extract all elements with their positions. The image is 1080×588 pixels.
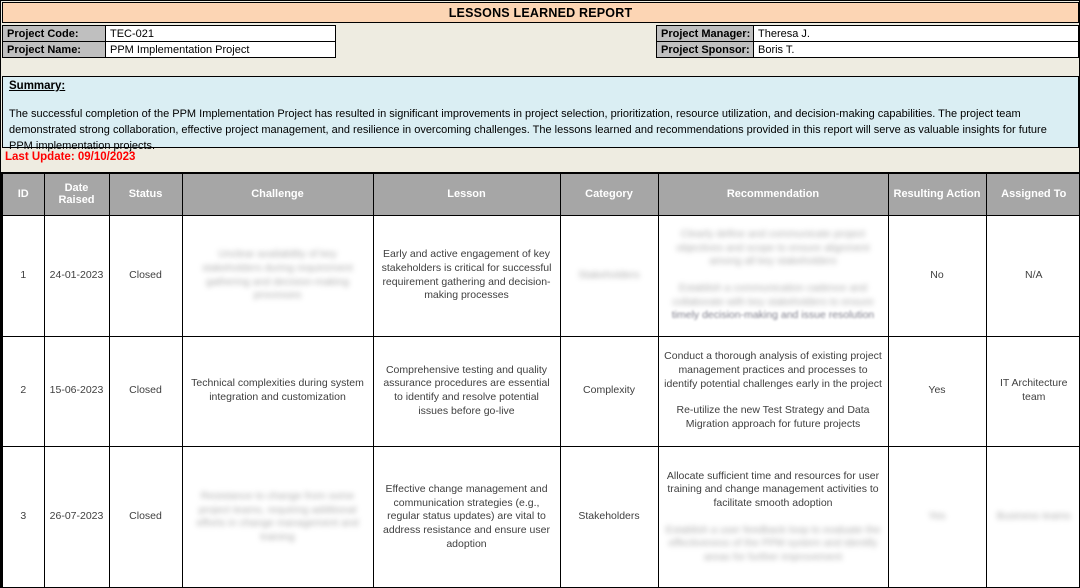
- redacted-text: Establish a user feedback loop to evalua…: [664, 524, 883, 565]
- project-sponsor-label: Project Sponsor:: [656, 41, 754, 58]
- cell-recommendation[interactable]: Conduct a thorough analysis of existing …: [658, 336, 888, 446]
- header-lesson: Lesson: [373, 173, 560, 215]
- cell-challenge[interactable]: Resistance to change from some project t…: [182, 446, 373, 588]
- table-row: 3 26-07-2023 Closed Resistance to change…: [2, 446, 1080, 588]
- cell-assigned-to[interactable]: N/A: [986, 215, 1080, 336]
- cell-date-raised[interactable]: 15-06-2023: [44, 336, 109, 446]
- project-name-value[interactable]: PPM Implementation Project: [105, 41, 336, 58]
- project-manager-label: Project Manager:: [656, 25, 754, 42]
- project-sponsor-value[interactable]: Boris T.: [753, 41, 1079, 58]
- cell-date-raised[interactable]: 24-01-2023: [44, 215, 109, 336]
- summary-heading: Summary:: [9, 80, 1072, 92]
- cell-resulting-action[interactable]: Yes: [888, 446, 986, 588]
- cell-challenge[interactable]: Technical complexities during system int…: [182, 336, 373, 446]
- cell-id[interactable]: 3: [2, 446, 44, 588]
- recommendation-paragraph: Allocate sufficient time and resources f…: [664, 470, 883, 511]
- cell-status[interactable]: Closed: [109, 336, 182, 446]
- redacted-text: Business teams: [997, 510, 1071, 522]
- header-id: ID: [2, 173, 44, 215]
- redacted-text: timely decision-making and issue resolut…: [672, 309, 875, 321]
- header-date-raised: Date Raised: [44, 173, 109, 215]
- cell-lesson[interactable]: Early and active engagement of key stake…: [373, 215, 560, 336]
- report-title: LESSONS LEARNED REPORT: [2, 2, 1079, 23]
- cell-recommendation[interactable]: Clearly define and communicate project o…: [658, 215, 888, 336]
- redacted-text: Resistance to change from some project t…: [196, 490, 358, 543]
- header-status: Status: [109, 173, 182, 215]
- header-challenge: Challenge: [182, 173, 373, 215]
- cell-id[interactable]: 1: [2, 215, 44, 336]
- cell-id[interactable]: 2: [2, 336, 44, 446]
- redacted-text: Unclear availability of key stakeholders…: [202, 248, 353, 301]
- project-code-value[interactable]: TEC-021: [105, 25, 336, 42]
- table-row: 2 15-06-2023 Closed Technical complexiti…: [2, 336, 1080, 446]
- cell-date-raised[interactable]: 26-07-2023: [44, 446, 109, 588]
- recommendation-paragraph: Conduct a thorough analysis of existing …: [664, 350, 883, 391]
- cell-challenge[interactable]: Unclear availability of key stakeholders…: [182, 215, 373, 336]
- header-resulting-action: Resulting Action: [888, 173, 986, 215]
- cell-resulting-action[interactable]: No: [888, 215, 986, 336]
- redacted-text: Establish a communication cadence and co…: [672, 282, 873, 308]
- cell-status[interactable]: Closed: [109, 215, 182, 336]
- cell-resulting-action[interactable]: Yes: [888, 336, 986, 446]
- header-category: Category: [560, 173, 658, 215]
- project-name-label: Project Name:: [2, 41, 106, 58]
- cell-category[interactable]: Stakeholders: [560, 446, 658, 588]
- redacted-text: Stakeholders: [578, 269, 639, 281]
- table-row: 1 24-01-2023 Closed Unclear availability…: [2, 215, 1080, 336]
- header-recommendation: Recommendation: [658, 173, 888, 215]
- redacted-text: Yes: [928, 510, 945, 522]
- cell-category[interactable]: Stakeholders: [560, 215, 658, 336]
- table-header-row: ID Date Raised Status Challenge Lesson C…: [2, 173, 1080, 215]
- project-code-label: Project Code:: [2, 25, 106, 42]
- cell-assigned-to[interactable]: IT Architecture team: [986, 336, 1080, 446]
- redacted-text: Clearly define and communicate project o…: [664, 228, 883, 269]
- cell-lesson[interactable]: Effective change management and communic…: [373, 446, 560, 588]
- cell-assigned-to[interactable]: Business teams: [986, 446, 1080, 588]
- last-update-label: Last Update: 09/10/2023: [5, 151, 135, 163]
- lessons-learned-report-sheet: LESSONS LEARNED REPORT Project Code: TEC…: [0, 0, 1080, 588]
- recommendation-paragraph: Re-utilize the new Test Strategy and Dat…: [664, 404, 883, 431]
- header-assigned-to: Assigned To: [986, 173, 1080, 215]
- project-manager-value[interactable]: Theresa J.: [753, 25, 1079, 42]
- cell-status[interactable]: Closed: [109, 446, 182, 588]
- summary-text: The successful completion of the PPM Imp…: [9, 107, 1072, 155]
- summary-box: Summary: The successful completion of th…: [2, 76, 1079, 148]
- cell-category[interactable]: Complexity: [560, 336, 658, 446]
- lessons-table: ID Date Raised Status Challenge Lesson C…: [1, 172, 1080, 588]
- cell-lesson[interactable]: Comprehensive testing and quality assura…: [373, 336, 560, 446]
- cell-recommendation[interactable]: Allocate sufficient time and resources f…: [658, 446, 888, 588]
